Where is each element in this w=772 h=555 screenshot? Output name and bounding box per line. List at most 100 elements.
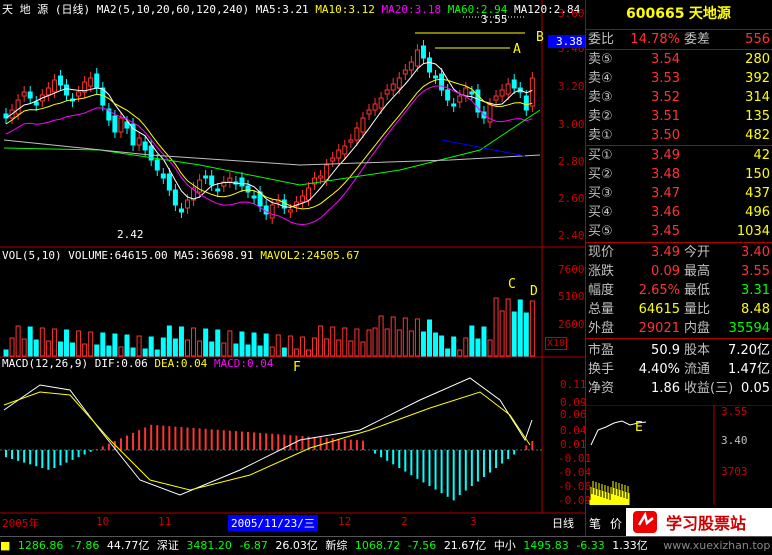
macd-bar (464, 450, 467, 491)
volume-bar (427, 319, 432, 357)
bid-volume: 42 (753, 148, 770, 163)
volume-bar (330, 326, 336, 357)
candle-body (166, 173, 172, 191)
volume-bar (239, 331, 245, 357)
ticker-sh-change: -7.86 (70, 539, 100, 552)
macd-bar (434, 450, 437, 490)
ticker-sz-value: 3481.20 (186, 539, 232, 552)
volume-bar (511, 311, 517, 357)
bid-row[interactable]: 买⑤ 3.45 1034 (586, 222, 772, 241)
mini-tick: 3.40 (721, 434, 748, 447)
macd-bar (17, 450, 20, 461)
ask-price: 3.54 (651, 52, 680, 67)
macd-bar (247, 432, 249, 450)
macd-bar (89, 450, 92, 452)
macd-bar (313, 436, 316, 450)
fund-row: 换手 4.40% 流通 1.47亿 (586, 360, 772, 379)
macd-bar (513, 450, 516, 455)
tab-bi[interactable]: 笔 (589, 515, 601, 532)
macd-bar (204, 428, 207, 450)
x-axis-label: 2 (401, 515, 408, 528)
fund-label: 收益(三) (684, 381, 734, 396)
macd-bar (355, 440, 358, 450)
volume-bar (342, 327, 348, 357)
ask-row[interactable]: 卖① 3.50 482 (586, 126, 772, 145)
macd-tick: 0.01 (560, 438, 587, 451)
volume-bar (160, 337, 166, 357)
candle-body (402, 69, 408, 75)
volume-bar (408, 330, 414, 357)
stat-label: 量比 (684, 302, 711, 317)
mini-tick-chart[interactable] (586, 405, 772, 505)
volume-bar (354, 328, 360, 357)
ticker-sz-amount: 26.03亿 (275, 539, 318, 552)
volume-bar (3, 349, 9, 357)
volume-bar (100, 332, 106, 357)
macd-bar (422, 450, 425, 483)
ask-row[interactable]: 卖⑤ 3.54 280 (586, 50, 772, 69)
bid-volume: 437 (745, 186, 770, 201)
volume-bar (475, 338, 481, 357)
bid-volume: 1034 (736, 224, 770, 239)
volume-bar (57, 341, 63, 357)
macd-bar (186, 427, 189, 450)
ticker-zx-change: -6.33 (576, 539, 605, 552)
macd-bar (501, 450, 504, 464)
kline-svg[interactable] (0, 0, 585, 536)
ask-row[interactable]: 卖③ 3.52 314 (586, 88, 772, 107)
macd-bar (295, 435, 298, 450)
volume-bar (27, 326, 33, 357)
ask-row[interactable]: 卖② 3.51 135 (586, 107, 772, 126)
tab-jia[interactable]: 价 (610, 515, 622, 532)
price-tick: 3.20 (558, 80, 585, 93)
candle-body (348, 139, 354, 143)
fund-value: 7.20亿 (728, 343, 770, 358)
macd-bar (495, 450, 498, 468)
bid-row[interactable]: 买② 3.48 150 (586, 165, 772, 184)
macd-bar (337, 438, 340, 450)
macd-bar (47, 450, 50, 470)
candle-body (172, 189, 178, 206)
volume-bar (94, 344, 100, 357)
candle-body (245, 185, 251, 193)
macd-bar (162, 425, 165, 450)
macd-value: MACD:0.04 (213, 357, 274, 370)
volume-bar (45, 340, 51, 357)
macd-bar (65, 450, 68, 463)
annotation-e: E (635, 420, 643, 435)
stat-value: 64615 (638, 302, 680, 317)
macd-bar (234, 431, 237, 450)
volume-bar (148, 336, 154, 357)
macd-bar (398, 450, 401, 468)
stat-value: 35594 (728, 321, 770, 336)
fund-label: 净资 (588, 381, 615, 396)
bid-row[interactable]: 买④ 3.46 496 (586, 203, 772, 222)
bid-row[interactable]: 买③ 3.47 437 (586, 184, 772, 203)
mini-tick: 3703 (721, 465, 748, 478)
candle-body (469, 91, 475, 95)
stat-label: 内盘 (684, 321, 711, 336)
period-label[interactable]: 日线 (552, 515, 574, 531)
candle-body (408, 61, 414, 71)
stat-label: 总量 (588, 302, 615, 317)
fund-label: 股本 (684, 343, 711, 358)
volume-bar (269, 346, 275, 357)
x-axis-label: 10 (96, 515, 110, 528)
ask-label: 卖③ (588, 90, 613, 105)
x-axis-label: 11 (158, 515, 172, 528)
macd-label: MACD(12,26,9) (2, 357, 89, 370)
ask-price: 3.53 (651, 71, 680, 86)
volume-bar (420, 331, 426, 357)
fund-label: 市盈 (588, 343, 615, 358)
volume-bar (312, 337, 318, 357)
macd-bar (265, 433, 268, 450)
ask-row[interactable]: 卖④ 3.53 392 (586, 69, 772, 88)
weibi-value: 14.78% (630, 32, 680, 47)
bid-row[interactable]: 买① 3.49 42 (586, 146, 772, 165)
stat-row: 幅度 2.65% 最低 3.31 (586, 281, 772, 300)
candle-body (342, 145, 348, 155)
brand-url: www.xuexizhan.top (663, 539, 771, 552)
weicha-value: 556 (745, 32, 770, 47)
kline-chart-area[interactable]: 天 地 源 (日线) MA2(5,10,20,60,120,240) MA5:3… (0, 0, 591, 536)
volume-bar (154, 349, 160, 357)
